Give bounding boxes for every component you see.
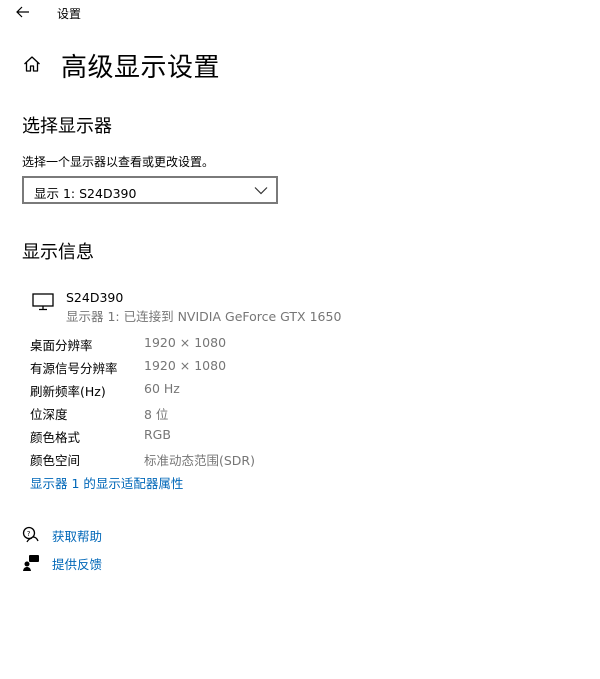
back-button[interactable] (14, 3, 32, 21)
home-icon (22, 54, 42, 74)
device-connection: 显示器 1: 已连接到 NVIDIA GeForce GTX 1650 (66, 309, 342, 324)
feedback-icon (22, 554, 40, 572)
info-label: 颜色格式 (30, 430, 81, 445)
select-display-heading: 选择显示器 (22, 116, 112, 137)
dropdown-value: 显示 1: S24D390 (34, 186, 137, 201)
window-title: 设置 (57, 7, 82, 21)
info-label: 桌面分辨率 (30, 338, 93, 353)
display-info-heading: 显示信息 (22, 242, 94, 263)
page-title: 高级显示设置 (61, 53, 221, 83)
help-icon: ? (22, 526, 40, 544)
info-value: 8 位 (144, 407, 169, 422)
get-help-link[interactable]: 获取帮助 (52, 526, 102, 545)
info-value: 1920 × 1080 (144, 335, 227, 350)
info-value: 1920 × 1080 (144, 358, 227, 373)
display-select-dropdown[interactable]: 显示 1: S24D390 (22, 176, 278, 204)
info-label: 刷新频率(Hz) (30, 384, 106, 399)
arrow-left-icon (14, 3, 32, 21)
info-label: 位深度 (30, 407, 68, 422)
monitor-icon (32, 293, 54, 311)
feedback-link[interactable]: 提供反馈 (52, 554, 102, 573)
info-label: 有源信号分辨率 (30, 361, 118, 376)
chevron-down-icon (254, 184, 268, 196)
adapter-properties-link[interactable]: 显示器 1 的显示适配器属性 (30, 473, 183, 492)
info-value: 60 Hz (144, 381, 180, 396)
info-value: RGB (144, 427, 171, 442)
device-name: S24D390 (66, 290, 124, 305)
svg-text:?: ? (27, 530, 31, 538)
select-display-description: 选择一个显示器以查看或更改设置。 (22, 155, 215, 169)
info-value: 标准动态范围(SDR) (144, 453, 255, 468)
info-label: 颜色空间 (30, 453, 81, 468)
